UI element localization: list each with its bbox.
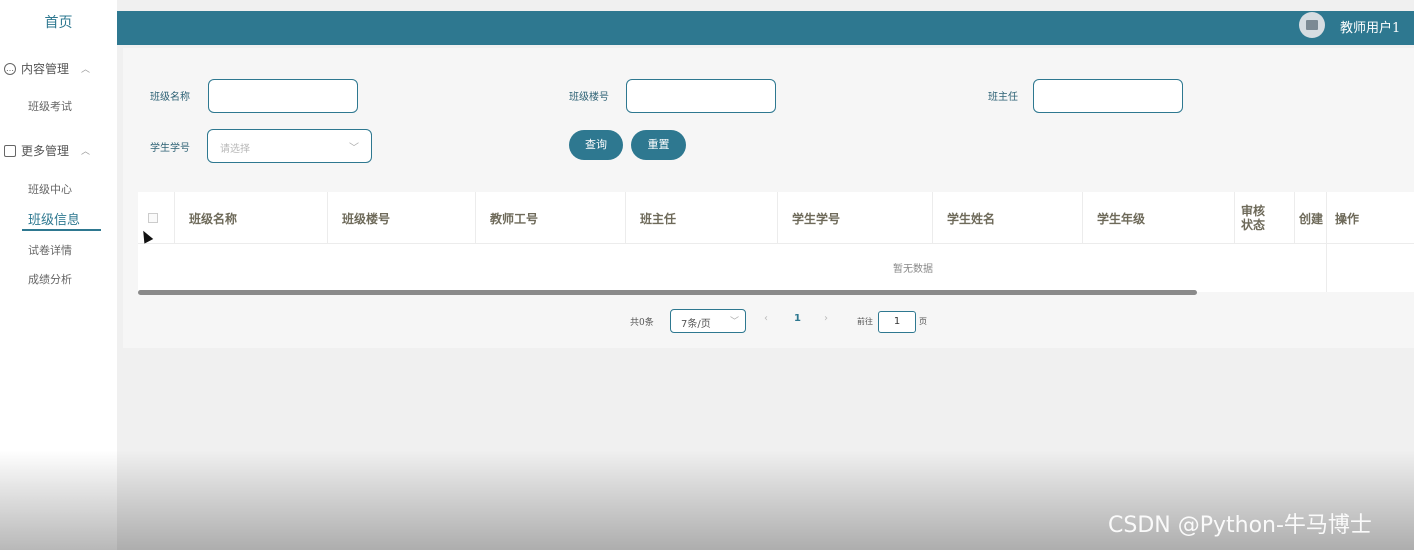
page-size-select[interactable]: 7条/页 ﹀ [670, 309, 746, 333]
class-name-input[interactable] [208, 79, 358, 113]
chevron-up-icon: ︿ [81, 147, 91, 157]
watermark: CSDN @Python-牛马博士 [1108, 513, 1372, 538]
horizontal-scrollbar[interactable] [138, 290, 1197, 295]
pagination-total: 共0条 [630, 318, 654, 328]
sidebar-item-class-exam[interactable]: 班级考试 [28, 98, 72, 114]
sidebar-group-content[interactable]: … 内容管理 ︿ [4, 60, 90, 77]
goto-label: 前往 [857, 317, 873, 326]
class-no-label: 班级楼号 [569, 92, 609, 103]
class-name-label: 班级名称 [150, 92, 190, 103]
avatar[interactable] [1299, 12, 1325, 38]
sidebar-item-class-info[interactable]: 班级信息 [28, 209, 80, 228]
col-class-no[interactable]: 班级楼号 [328, 192, 476, 244]
active-indicator [22, 229, 101, 231]
chevron-down-icon: ﹀ [729, 317, 739, 327]
empty-text: 暂无数据 [893, 264, 933, 275]
reset-button[interactable]: 重置 [631, 130, 686, 160]
sidebar-item-paper-detail[interactable]: 试卷详情 [28, 242, 72, 258]
chevron-down-icon: ﹀ [349, 143, 359, 154]
select-all-checkbox[interactable] [148, 213, 158, 223]
sidebar-group-label: 内容管理 [21, 62, 70, 76]
sidebar-item-class-center[interactable]: 班级中心 [28, 181, 72, 197]
col-student-grade[interactable]: 学生年级 [1083, 192, 1235, 244]
col-class-name[interactable]: 班级名称 [175, 192, 328, 244]
chat-icon: … [4, 62, 16, 75]
empty-row: 暂无数据 [138, 244, 1327, 290]
col-student-name[interactable]: 学生姓名 [933, 192, 1083, 244]
sidebar-group-label: 更多管理 [21, 144, 70, 158]
username[interactable]: 教师用户1 [1340, 17, 1400, 36]
sidebar-item-score-analysis[interactable]: 成绩分析 [28, 271, 72, 287]
top-bar [117, 11, 1414, 45]
head-teacher-input[interactable] [1033, 79, 1183, 113]
goto-page-input[interactable]: 1 [878, 311, 916, 333]
student-no-label: 学生学号 [150, 143, 190, 154]
page-suffix: 页 [919, 317, 927, 326]
copy-icon [4, 144, 16, 157]
sidebar-home[interactable]: 首页 [0, 12, 117, 32]
data-table: 班级名称 班级楼号 教师工号 班主任 学生学号 学生姓名 学生年级 审核状态 创… [138, 192, 1414, 292]
page-size-value: 7条/页 [681, 319, 711, 330]
class-no-input[interactable] [626, 79, 776, 113]
col-created[interactable]: 创建 [1295, 192, 1327, 244]
prev-page-icon[interactable]: ‹ [764, 313, 768, 324]
table-header: 班级名称 班级楼号 教师工号 班主任 学生学号 学生姓名 学生年级 审核状态 创… [138, 192, 1414, 244]
image-icon [1306, 20, 1318, 30]
col-student-no[interactable]: 学生学号 [778, 192, 933, 244]
sidebar-group-more[interactable]: 更多管理 ︿ [4, 142, 90, 159]
col-head-teacher[interactable]: 班主任 [626, 192, 778, 244]
next-page-icon[interactable]: › [824, 313, 828, 324]
chevron-up-icon: ︿ [81, 65, 91, 75]
col-actions: 操作 [1335, 211, 1360, 226]
col-review-status[interactable]: 审核状态 [1235, 192, 1295, 244]
select-placeholder: 请选择 [220, 144, 250, 155]
actions-column-divider [1326, 244, 1327, 292]
student-no-select[interactable]: 请选择 ﹀ [207, 129, 372, 163]
query-button[interactable]: 查询 [569, 130, 623, 160]
sidebar: 首页 … 内容管理 ︿ 班级考试 更多管理 ︿ 班级中心 班级信息 试卷详情 成… [0, 0, 117, 550]
col-teacher-id[interactable]: 教师工号 [476, 192, 626, 244]
page-number[interactable]: 1 [794, 313, 801, 324]
head-teacher-label: 班主任 [988, 92, 1018, 103]
